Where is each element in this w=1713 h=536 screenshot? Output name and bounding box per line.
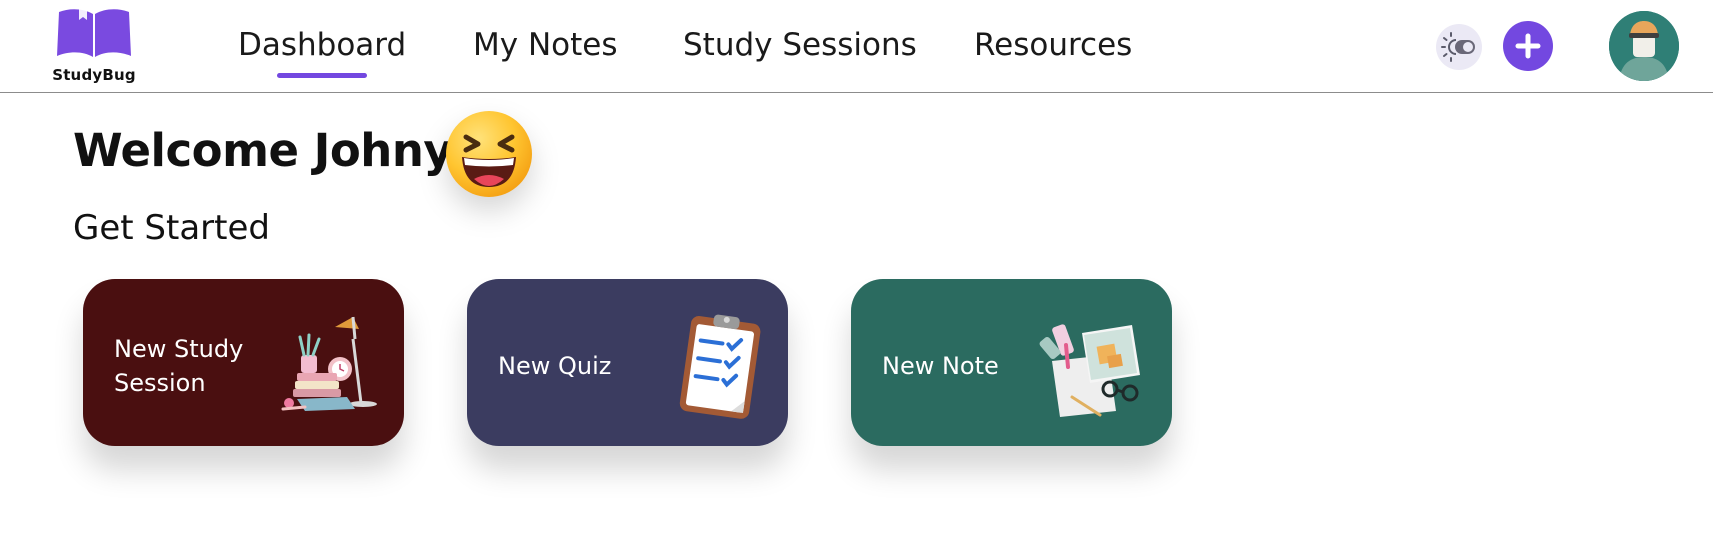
nav-dashboard[interactable]: Dashboard — [238, 27, 406, 63]
laughing-emoji-icon — [444, 109, 534, 199]
clipboard-checklist-icon — [667, 313, 767, 427]
new-study-session-card[interactable]: New Study Session — [83, 279, 404, 446]
get-started-heading: Get Started — [73, 208, 270, 248]
welcome-heading: Welcome Johny! — [73, 124, 473, 177]
study-desk-icon — [275, 307, 385, 421]
user-avatar-icon — [1609, 11, 1679, 81]
user-avatar[interactable] — [1609, 11, 1679, 81]
card-label: New Quiz — [498, 352, 612, 380]
brightness-toggle-icon — [1441, 32, 1475, 62]
plus-icon — [1515, 33, 1541, 59]
new-quiz-card[interactable]: New Quiz — [467, 279, 788, 446]
app-name: StudyBug — [52, 66, 136, 84]
top-navbar: StudyBug Dashboard My Notes Study Sessio… — [0, 0, 1713, 93]
card-label-line1: New Study — [114, 335, 244, 363]
card-label-line2: Session — [114, 369, 206, 397]
nav-my-notes[interactable]: My Notes — [473, 27, 617, 63]
card-label: New Note — [882, 352, 999, 380]
new-note-card[interactable]: New Note — [851, 279, 1172, 446]
add-button[interactable] — [1503, 21, 1553, 71]
nav-study-sessions[interactable]: Study Sessions — [683, 27, 917, 63]
theme-toggle-button[interactable] — [1436, 24, 1482, 70]
nav-resources[interactable]: Resources — [974, 27, 1132, 63]
nav-active-indicator — [277, 73, 367, 78]
app-logo[interactable]: StudyBug — [52, 4, 136, 88]
card-label: New Study Session — [114, 332, 274, 400]
notes-papers-icon — [1036, 315, 1156, 429]
book-icon — [57, 6, 131, 57]
